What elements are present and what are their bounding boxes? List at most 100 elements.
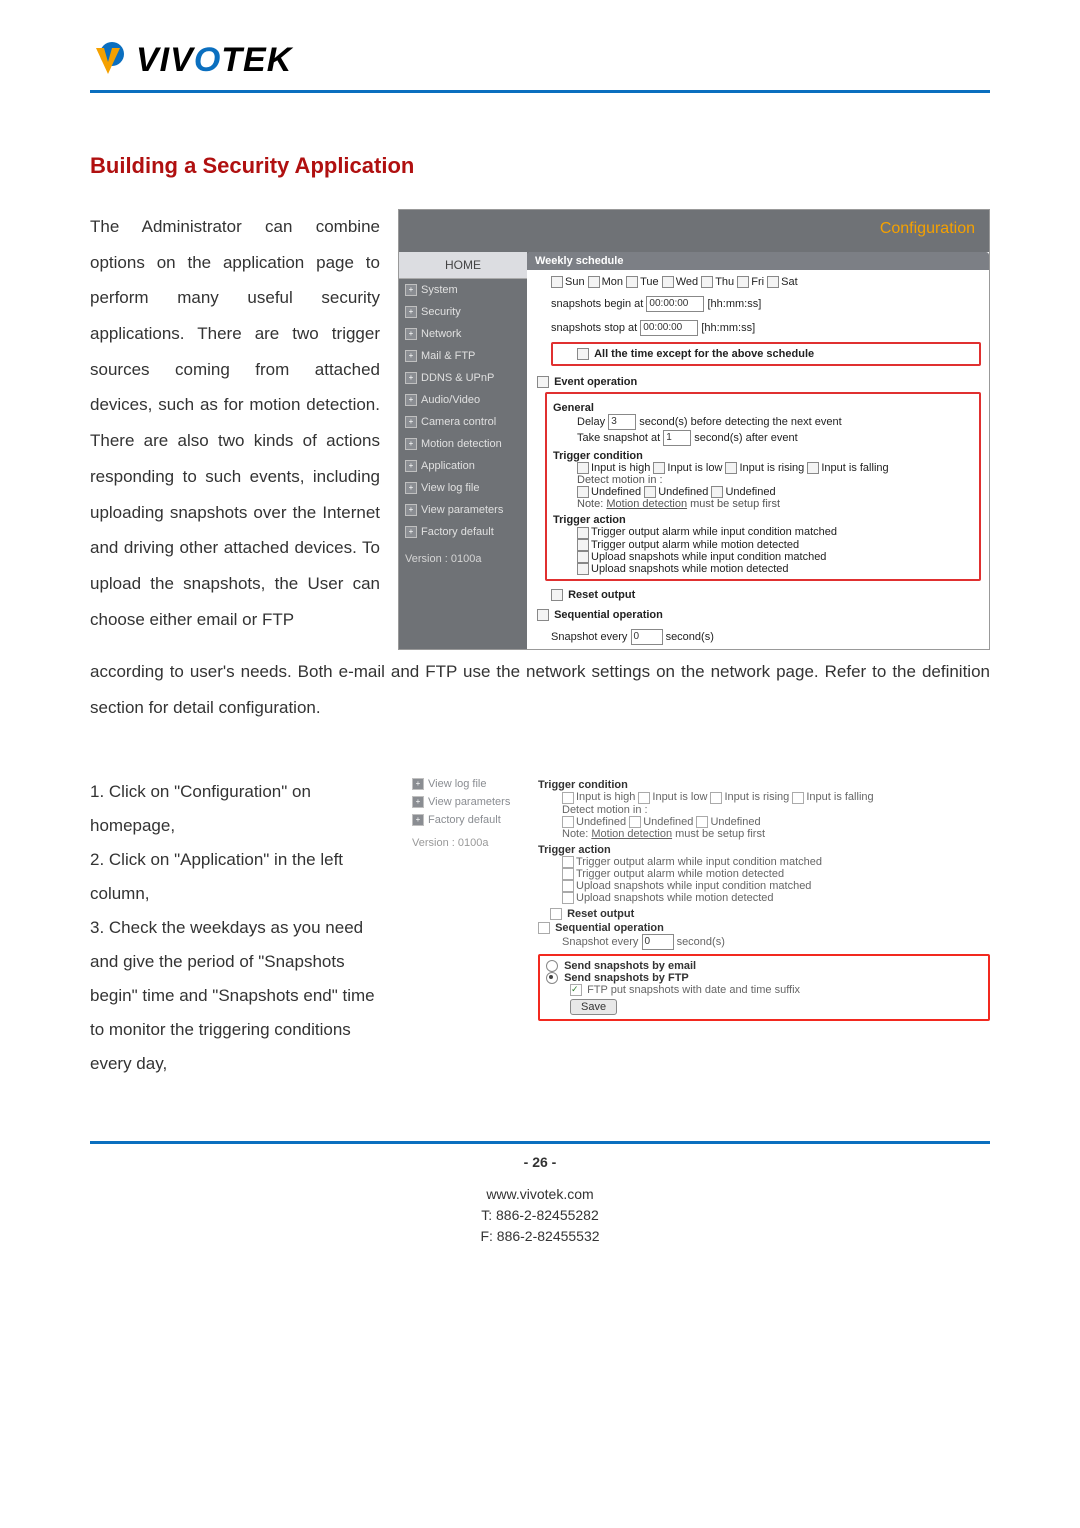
expand-icon: + [412,778,424,790]
motion-detection-link-2[interactable]: Motion detection [591,828,672,840]
checkbox2-sequential[interactable] [538,922,550,934]
version-label-2: Version : 0100a [408,829,528,857]
nav-application[interactable]: +Application [399,455,527,477]
checkbox-fri[interactable] [737,276,749,288]
nav-system[interactable]: +System [399,279,527,301]
expand-icon: + [405,526,417,538]
snap-stop-row: snapshots stop at 00:00:00 [hh:mm:ss] [527,316,989,340]
footer-url: www.vivotek.com [90,1184,990,1205]
checkbox2-undef-1[interactable] [562,816,574,828]
trigger-action-label-2: Trigger action [538,844,990,856]
motion-detection-link[interactable]: Motion detection [606,498,687,510]
checkbox-input-low[interactable] [653,462,665,474]
page-number: - 26 - [90,1154,990,1170]
send-options-box: Send snapshots by email Send snapshots b… [538,954,990,1021]
checkbox2-action-1[interactable] [562,856,574,868]
checkbox2-action-2[interactable] [562,868,574,880]
checkbox-input-high[interactable] [577,462,589,474]
checkbox-all-time[interactable] [577,348,589,360]
action2-4: Upload snapshots while motion detected [538,892,990,904]
weekly-schedule-title: Weekly schedule [527,252,989,270]
snap-begin-input[interactable]: 00:00:00 [646,296,704,312]
snap-begin-row: snapshots begin at 00:00:00 [hh:mm:ss] [527,292,989,316]
delay-row: Delay 3 second(s) before detecting the n… [553,414,973,430]
footer-fax: F: 886-2-82455532 [90,1226,990,1247]
checkbox-undef-2[interactable] [644,486,656,498]
checkbox-sun[interactable] [551,276,563,288]
nav-factory-default[interactable]: +Factory default [399,521,527,543]
save-button[interactable]: Save [570,999,617,1015]
header-rule [90,90,990,93]
checkbox-reset-output[interactable] [551,589,563,601]
paragraph-after-figure: according to user's needs. Both e-mail a… [90,654,990,725]
snap-after-input[interactable]: 1 [663,430,691,446]
note-row: Note: Motion detection must be setup fir… [553,498,973,510]
nav-ddns-upnp[interactable]: +DDNS & UPnP [399,367,527,389]
checkbox-input-rising[interactable] [725,462,737,474]
checkbox2-action-3[interactable] [562,880,574,892]
checkbox-event-op[interactable] [537,376,549,388]
checkbox-action-2[interactable] [577,539,589,551]
checkbox2-undef-2[interactable] [629,816,641,828]
nav-security[interactable]: +Security [399,301,527,323]
nav-network[interactable]: +Network [399,323,527,345]
instruction-2: 2. Click on "Application" in the left co… [90,843,390,911]
snapshot-every-input[interactable]: 0 [631,629,663,645]
nav-view-params[interactable]: +View parameters [399,499,527,521]
nav-motion-detection[interactable]: +Motion detection [399,433,527,455]
nav-mail-ftp[interactable]: +Mail & FTP [399,345,527,367]
send-ftp-row: Send snapshots by FTP [546,972,982,984]
figure-application-detail: +View log file +View parameters +Factory… [408,775,990,1081]
snapshot-every-row: Snapshot every 0 second(s) [527,625,989,649]
checkbox-action-1[interactable] [577,527,589,539]
event-op-box: General Delay 3 second(s) before detecti… [545,392,981,581]
checkbox2-input-rising[interactable] [710,792,722,804]
nav-view-log[interactable]: +View log file [399,477,527,499]
checkbox-sequential[interactable] [537,609,549,621]
nav2-view-log[interactable]: +View log file [408,775,528,793]
checkbox-undef-3[interactable] [711,486,723,498]
checkbox2-reset-output[interactable] [550,908,562,920]
nav-audio-video[interactable]: +Audio/Video [399,389,527,411]
checkbox2-input-high[interactable] [562,792,574,804]
nav2-factory-default[interactable]: +Factory default [408,811,528,829]
instruction-3: 3. Check the weekdays as you need and gi… [90,911,390,1081]
expand-icon: + [405,438,417,450]
radio-send-email[interactable] [546,960,558,972]
detect-motion-label: Detect motion in : [553,474,973,486]
snap-stop-input[interactable]: 00:00:00 [640,320,698,336]
delay-input[interactable]: 3 [608,414,636,430]
nav-camera-control[interactable]: +Camera control [399,411,527,433]
nav2-view-params[interactable]: +View parameters [408,793,528,811]
checkbox-mon[interactable] [588,276,600,288]
action-4: Upload snapshots while motion detected [553,563,973,575]
checkbox-action-3[interactable] [577,551,589,563]
checkbox2-input-falling[interactable] [792,792,804,804]
home-link[interactable]: HOME [399,252,527,279]
checkbox-undef-1[interactable] [577,486,589,498]
checkbox-ftp-suffix[interactable] [570,984,582,996]
checkbox-thu[interactable] [701,276,713,288]
checkbox2-undef-3[interactable] [696,816,708,828]
expand-icon: + [405,328,417,340]
checkbox2-action-4[interactable] [562,892,574,904]
snapshot-every-input-2[interactable]: 0 [642,934,674,950]
expand-icon: + [405,460,417,472]
checkbox-input-falling[interactable] [807,462,819,474]
checkbox2-input-low[interactable] [638,792,650,804]
trigger-action-label: Trigger action [553,514,973,526]
expand-icon: + [405,350,417,362]
checkbox-action-4[interactable] [577,563,589,575]
send-email-row: Send snapshots by email [546,960,982,972]
checkbox-sat[interactable] [767,276,779,288]
weekly-days-row: Sun Mon Tue Wed Thu Fri Sat [527,272,989,292]
footer-tel: T: 886-2-82455282 [90,1205,990,1226]
checkbox-wed[interactable] [662,276,674,288]
footer-info: www.vivotek.com T: 886-2-82455282 F: 886… [90,1184,990,1247]
radio-send-ftp[interactable] [546,972,558,984]
sequential-title-row: Sequential operation [527,605,989,625]
config-title: Configuration [399,210,989,252]
ftp-suffix-row: FTP put snapshots with date and time suf… [546,984,982,996]
expand-icon: + [405,284,417,296]
checkbox-tue[interactable] [626,276,638,288]
